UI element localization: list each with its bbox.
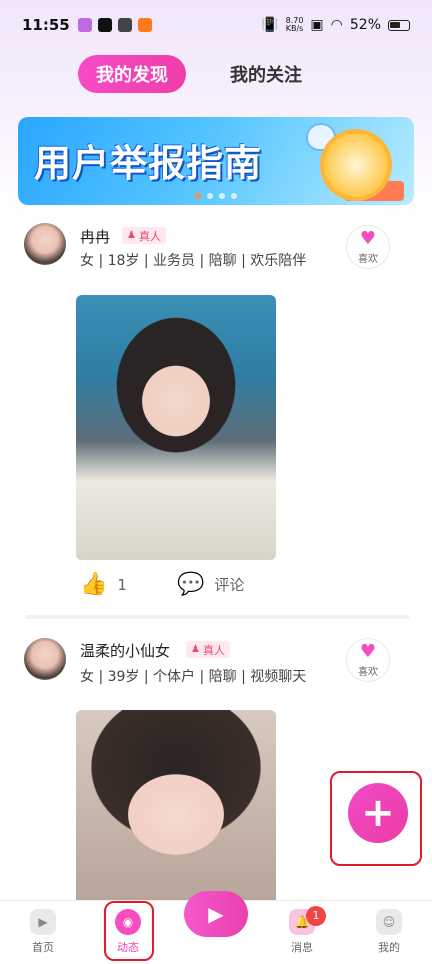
like-button[interactable]: ♥ 喜欢 [346,225,390,269]
video-button[interactable]: ▶ [184,891,248,937]
thumbs-up-icon[interactable]: 👍 [80,572,107,597]
banner-dot[interactable] [195,193,201,199]
profile-icon: ☺ [376,909,402,935]
like-button[interactable]: ♥ 喜欢 [346,638,390,682]
nav-item-profile[interactable]: ☺ 我的 [359,909,419,955]
tab-following[interactable]: 我的关注 [212,55,320,93]
notification-icons [77,18,152,32]
battery-percent: 52% [349,17,381,33]
banner-dot[interactable] [231,193,237,199]
tab-discover[interactable]: 我的发现 [78,55,186,93]
post-photo[interactable] [76,710,276,900]
person-icon: ♟ [191,644,200,655]
post-username[interactable]: 温柔的小仙女 [80,640,170,661]
comment-icon[interactable]: 💬 [177,572,204,597]
video-icon: ▶ [208,902,224,926]
report-guide-banner[interactable]: 用户举报指南 [18,117,414,205]
play-icon: ▶ [30,909,56,935]
status-bar: 11:55 📳 8.70 KB/s ▣ ◠ 52% [0,0,432,50]
post-tags: 女 | 18岁 | 业务员 | 陪聊 | 欢乐陪伴 [80,253,307,269]
top-tabs: 我的发现 我的关注 [0,55,432,95]
heart-icon: ♥ [359,640,377,662]
status-time: 11:55 [22,16,70,34]
divider [26,615,410,619]
app-notification-icon [137,18,152,32]
verified-badge: ♟ 真人 [122,227,166,244]
message-count-badge: 1 [306,906,326,926]
nav-item-home[interactable]: ▶ 首页 [13,909,73,955]
banner-title: 用户举报指南 [34,142,262,185]
person-icon: ♟ [127,230,136,241]
highlight-box-fab [330,771,422,866]
tiktok-icon [97,18,112,32]
comment-label[interactable]: 评论 [214,574,244,595]
banner-dot[interactable] [219,193,225,199]
app-notification-icon [117,18,132,32]
banner-pagination [18,193,414,199]
vibrate-icon: 📳 [261,17,279,33]
verified-badge: ♟ 真人 [186,641,230,658]
post-photo[interactable] [76,295,276,560]
post-username[interactable]: 冉冉 [80,226,110,247]
post-tags: 女 | 39岁 | 个体户 | 陪聊 | 视频聊天 [80,669,307,685]
signal-icon: ▣ [310,17,324,33]
compass-icon [320,129,392,201]
network-speed: 8.70 KB/s [285,16,304,33]
battery-icon [388,19,410,31]
avatar[interactable] [24,223,66,265]
heart-icon: ♥ [359,227,377,249]
bottom-nav: ▶ 首页 ◉ 动态 ▶ 🔔 消息 ☺ 我的 [0,891,432,964]
like-count: 1 [117,575,127,594]
post-actions: 👍 1 💬 评论 [80,572,244,597]
wifi-icon: ◠ [330,17,343,33]
status-right: 📳 8.70 KB/s ▣ ◠ 52% [261,17,410,33]
highlight-box-nav [104,901,154,961]
app-notification-icon [77,18,92,32]
banner-dot[interactable] [207,193,213,199]
avatar[interactable] [24,638,66,680]
